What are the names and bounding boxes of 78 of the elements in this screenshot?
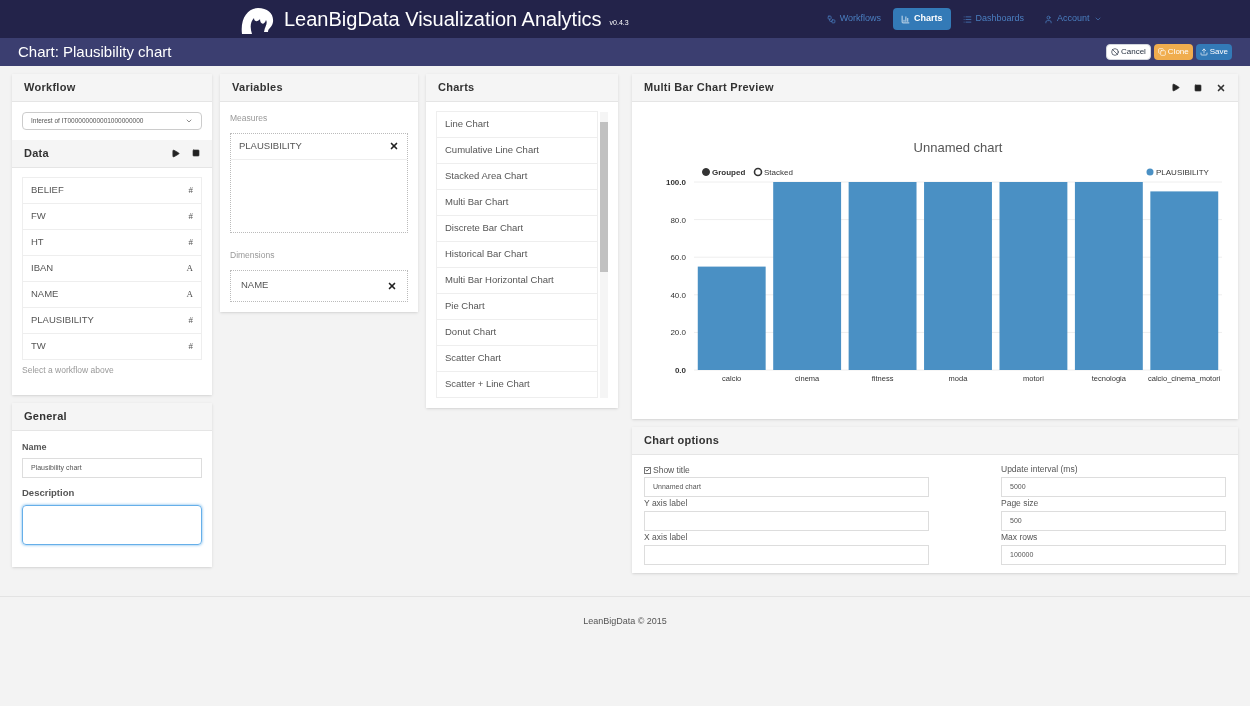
description-input[interactable] bbox=[22, 504, 202, 545]
field-item[interactable]: PLAUSIBILITY # bbox=[22, 307, 202, 334]
y-tick-label: 0.0 bbox=[674, 366, 686, 375]
description-label: Description bbox=[22, 486, 76, 501]
ban-icon bbox=[1110, 48, 1119, 56]
app-title: LeanBigData Visualization Analytics bbox=[284, 7, 602, 32]
measures-dropzone[interactable]: PLAUSIBILITY bbox=[230, 132, 408, 233]
dimensions-label: Dimensions bbox=[230, 248, 276, 262]
chart-type-item[interactable]: Multi Bar Chart bbox=[436, 189, 598, 216]
name-label: Name bbox=[22, 440, 48, 454]
chart-type-item[interactable]: Discrete Bar Chart bbox=[436, 215, 598, 242]
chart-type-item[interactable]: Cumulative Line Chart bbox=[436, 137, 598, 164]
option-label: Page size bbox=[1001, 497, 1040, 510]
nav-tab[interactable]: Account bbox=[1036, 8, 1110, 30]
field-item[interactable]: NAME A bbox=[22, 281, 202, 308]
remove-icon[interactable] bbox=[387, 280, 397, 291]
remove-icon[interactable] bbox=[389, 141, 399, 152]
field-item[interactable]: BELIEF # bbox=[22, 177, 202, 204]
x-axis-label: X axis label bbox=[644, 531, 689, 544]
chart-type-item[interactable]: Line Chart bbox=[436, 111, 598, 138]
measures-label: Measures bbox=[230, 112, 269, 125]
measure-item: PLAUSIBILITY bbox=[231, 133, 407, 160]
close-icon[interactable] bbox=[1216, 82, 1226, 93]
y-tick-label: 100.0 bbox=[665, 178, 686, 187]
user-icon bbox=[1044, 14, 1054, 24]
show-title-checkbox[interactable] bbox=[644, 466, 651, 474]
hint-text: Select a workflow above bbox=[22, 364, 115, 377]
panel-title: Multi Bar Chart Preview bbox=[644, 80, 774, 96]
footer-text: LeanBigData © 2015 bbox=[583, 615, 667, 628]
copy-icon bbox=[1157, 48, 1166, 56]
list-icon bbox=[962, 14, 972, 24]
panel-title: Chart options bbox=[644, 433, 720, 449]
field-item[interactable]: IBAN A bbox=[22, 255, 202, 282]
legend-item[interactable]: PLAUSIBILITY bbox=[1146, 168, 1209, 177]
stop-icon[interactable] bbox=[192, 149, 200, 157]
caret-icon bbox=[185, 117, 193, 125]
panel-title: Data bbox=[24, 146, 49, 162]
panel-title: General bbox=[24, 409, 67, 424]
y-tick-label: 60.0 bbox=[670, 253, 686, 263]
scrollbar[interactable] bbox=[600, 112, 608, 398]
nav-tab[interactable]: Dashboards bbox=[954, 8, 1033, 30]
field-item[interactable]: HT # bbox=[22, 229, 202, 256]
field-item[interactable]: TW # bbox=[22, 333, 202, 360]
chart-type-item[interactable]: Donut Chart bbox=[436, 319, 598, 346]
chart-mode-toggle[interactable]: Grouped bbox=[702, 168, 746, 177]
x-axis-input[interactable] bbox=[644, 545, 929, 565]
field-item[interactable]: FW # bbox=[22, 203, 202, 230]
option-label: Max rows bbox=[1001, 531, 1039, 544]
play-icon[interactable] bbox=[171, 149, 180, 158]
chart-type-item[interactable]: Stacked Area Chart bbox=[436, 163, 598, 190]
legend-label: PLAUSIBILITY bbox=[1156, 168, 1210, 177]
nav-tab[interactable]: Workflows bbox=[818, 8, 890, 30]
chart-type-item[interactable]: Pie Chart bbox=[436, 293, 598, 320]
upload-icon bbox=[1199, 48, 1208, 56]
option-label: Update interval (ms) bbox=[1001, 463, 1079, 476]
panel-title: Charts bbox=[438, 80, 475, 96]
save-button[interactable]: Save bbox=[1195, 44, 1232, 60]
y-axis-input[interactable] bbox=[644, 511, 929, 531]
show-title-label: Show title bbox=[653, 463, 690, 477]
panel-title: Variables bbox=[232, 80, 283, 96]
chart-type-item[interactable]: Scatter Chart bbox=[436, 345, 598, 372]
workflow-icon bbox=[826, 14, 836, 24]
chart-title: Unnamed chart bbox=[913, 140, 1003, 155]
panel-title: Workflow bbox=[24, 80, 76, 96]
chart-type-item[interactable]: Scatter + Line Chart bbox=[436, 371, 598, 398]
nav-tab[interactable]: Charts bbox=[893, 8, 951, 30]
y-tick-label: 80.0 bbox=[670, 215, 686, 225]
stop-icon[interactable] bbox=[1194, 83, 1202, 92]
chart-type-item[interactable]: Historical Bar Chart bbox=[436, 241, 598, 268]
chart-mode-toggle[interactable]: Stacked bbox=[753, 167, 793, 177]
bar-chart-icon bbox=[901, 14, 911, 24]
cancel-button[interactable]: Cancel bbox=[1105, 44, 1151, 60]
y-tick-label: 20.0 bbox=[670, 328, 686, 338]
y-axis-label: Y axis label bbox=[644, 497, 689, 510]
chart-type-item[interactable]: Multi Bar Horizontal Chart bbox=[436, 267, 598, 294]
y-tick-label: 40.0 bbox=[670, 290, 686, 300]
page-title: Chart: Plausibility chart bbox=[18, 41, 172, 62]
play-icon[interactable] bbox=[1171, 83, 1180, 92]
